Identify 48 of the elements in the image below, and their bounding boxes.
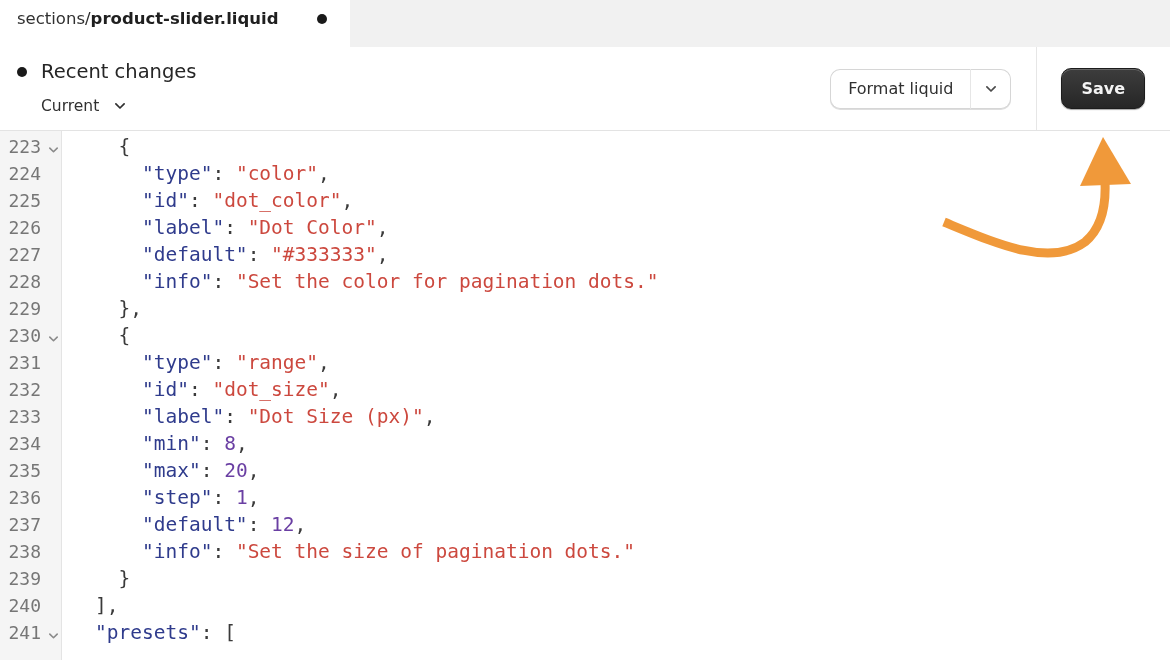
line-number: 239 xyxy=(8,568,41,590)
code-line: } xyxy=(118,567,131,591)
file-tab[interactable]: sections/product-slider.liquid xyxy=(0,0,350,47)
code-line: { xyxy=(118,324,131,348)
code-line: "id": "dot_color", xyxy=(141,189,354,213)
line-number: 241 xyxy=(8,622,41,644)
version-dropdown[interactable]: Current xyxy=(41,95,126,117)
code-line: "label": "Dot Color", xyxy=(141,216,389,240)
line-number: 235 xyxy=(8,460,41,482)
format-button[interactable]: Format liquid xyxy=(830,68,971,109)
line-number: 234 xyxy=(8,433,41,455)
code-line: "type": "color", xyxy=(141,162,330,186)
line-number: 232 xyxy=(8,379,41,401)
code-line: "max": 20, xyxy=(141,459,260,483)
fold-chevron-icon[interactable] xyxy=(49,336,58,342)
line-number: 236 xyxy=(8,487,41,509)
code-line: "label": "Dot Size (px)", xyxy=(141,405,436,429)
line-number: 227 xyxy=(8,244,41,266)
line-number: 229 xyxy=(8,298,41,320)
line-number: 225 xyxy=(8,190,41,212)
line-number: 223 xyxy=(8,136,41,158)
code-line: "min": 8, xyxy=(141,432,248,456)
line-number: 237 xyxy=(8,514,41,536)
code-line: ], xyxy=(95,594,119,618)
chevron-down-icon xyxy=(985,85,996,92)
fold-chevron-icon[interactable] xyxy=(49,147,58,153)
fold-chevron-icon[interactable] xyxy=(49,633,58,639)
line-number: 224 xyxy=(8,163,41,185)
line-number: 233 xyxy=(8,406,41,428)
line-number: 230 xyxy=(8,325,41,347)
code-line: "id": "dot_size", xyxy=(141,378,342,402)
code-line: "info": "Set the size of pagination dots." xyxy=(141,540,636,564)
history-title: Recent changes xyxy=(41,60,197,84)
code-line: }, xyxy=(118,297,142,321)
code-line: "presets": [ xyxy=(95,621,236,645)
code-line: { xyxy=(118,135,131,159)
code-line: "type": "range", xyxy=(141,351,330,375)
code-line: "step": 1, xyxy=(141,486,260,510)
save-button[interactable]: Save xyxy=(1061,68,1145,109)
line-number: 226 xyxy=(8,217,41,239)
code-line: "info": "Set the color for pagination dots." xyxy=(141,270,659,294)
line-number: 240 xyxy=(8,595,41,617)
code-line: "default": 12, xyxy=(141,513,307,537)
line-number: 228 xyxy=(8,271,41,293)
code-line: "default": "#333333", xyxy=(141,243,389,267)
line-number: 231 xyxy=(8,352,41,374)
chevron-down-icon xyxy=(115,103,126,109)
line-number: 238 xyxy=(8,541,41,563)
